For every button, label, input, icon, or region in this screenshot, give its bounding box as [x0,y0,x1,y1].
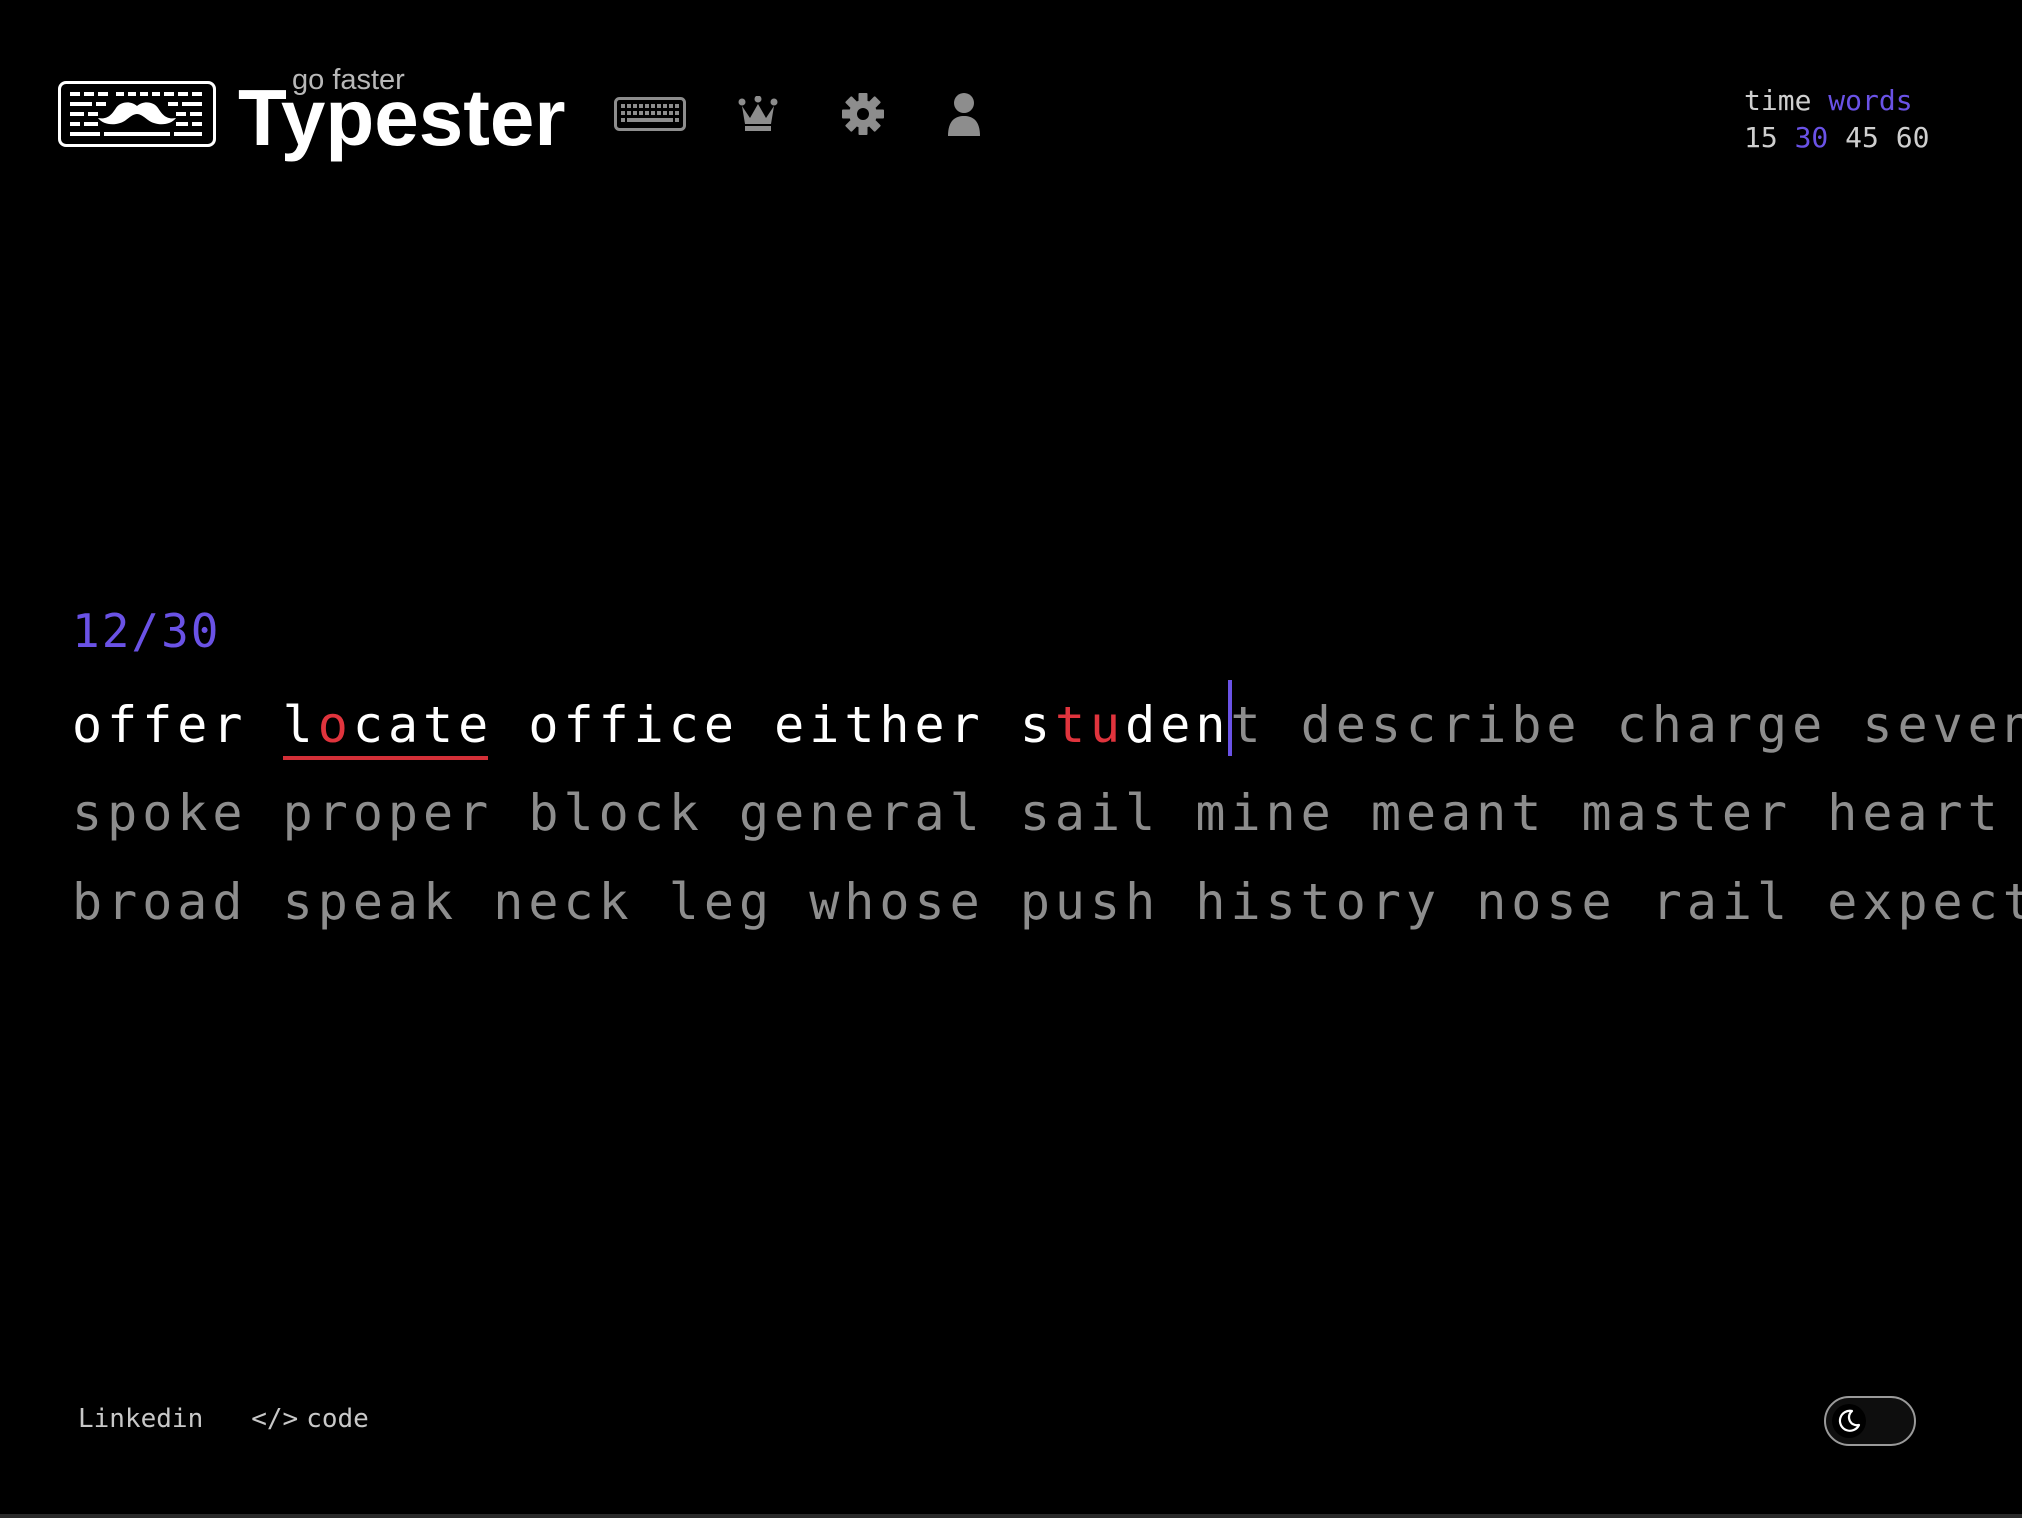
word: nose [1476,858,1616,947]
word: neck [493,858,633,947]
word: leg [669,858,774,947]
app-title: Typester [238,73,566,162]
settings-button[interactable] [842,93,884,135]
char-pending: meant [1370,784,1547,842]
mode-selector: time words 15 30 45 60 [1744,82,1929,156]
word: block [528,769,704,858]
theme-knob [1832,1404,1866,1438]
char-pending: leg [668,873,775,931]
word: speak [283,858,459,947]
linkedin-label: Linkedin [78,1404,204,1434]
word: general [739,769,985,858]
char-pending: seven [1862,696,2022,754]
logo[interactable] [58,81,216,147]
char-pending: describe [1300,696,1582,754]
amount-60[interactable]: 60 [1896,121,1930,154]
word-progress-counter: 12/30 [72,604,221,658]
amount-15[interactable]: 15 [1744,121,1778,154]
header: go faster Typester [58,64,982,164]
word: charge [1617,681,1828,770]
char-pending: sail [1019,784,1161,842]
leaderboard-button[interactable] [738,96,778,132]
char-pending: nose [1476,873,1617,931]
word: whose [809,858,985,947]
char-pending: mine [1195,784,1336,842]
char-pending: speak [282,873,459,931]
mode-type-row: time words [1744,82,1916,119]
word: spoke [72,769,248,858]
char-pending: history [1195,873,1442,931]
word-line: spoke proper block general sail mine mea… [72,769,1998,858]
word: heart [1827,769,2003,858]
word: either [774,681,985,770]
word: offer [72,681,248,770]
char-pending: block [528,784,704,842]
theme-toggle[interactable] [1824,1396,1916,1446]
char-pending: neck [493,873,634,931]
word: expect [1827,858,2022,947]
char-pending: general [738,784,985,842]
linkedin-link[interactable]: Linkedin [78,1404,203,1434]
word: student [1020,680,1266,770]
char-typed: offer [72,696,248,754]
char-pending: master [1581,784,1793,842]
word: describe [1301,681,1582,770]
char-pending: rail [1651,873,1793,931]
user-icon [948,93,980,136]
word: history [1195,858,1441,947]
char-typed: s [1019,696,1055,754]
char-pending: charge [1616,696,1828,754]
char-pending: proper [282,784,494,842]
char-pending: t [1230,696,1266,754]
char-typed: l [282,696,318,754]
word-mistyped: locate [282,681,494,770]
char-pending: push [1019,873,1161,931]
char-pending: whose [809,873,985,931]
char-typed: den [1125,696,1231,754]
moon-icon [1838,1409,1861,1432]
code-label: code [306,1404,369,1434]
word-line: offer locate office either student descr… [72,680,2022,770]
word: sail [1020,769,1160,858]
code-icon: </> [251,1404,299,1434]
word: mine [1195,769,1335,858]
amount-45[interactable]: 45 [1845,121,1879,154]
word: master [1582,769,1793,858]
nav-icons [614,92,982,136]
bottom-divider [0,1514,2022,1518]
brand[interactable]: go faster Typester [238,64,566,164]
char-error: tu [1054,696,1126,754]
word: rail [1652,858,1792,947]
word: broad [72,858,248,947]
char-pending: expect [1827,873,2022,931]
char-pending: spoke [72,784,248,842]
char-typed: office [528,696,739,754]
amount-30[interactable]: 30 [1795,121,1829,154]
word: seven [1862,681,2022,770]
gear-icon [842,93,884,135]
char-typed: either [774,696,985,754]
char-pending: heart [1827,784,2003,842]
word: office [528,681,739,770]
mode-words[interactable]: words [1828,84,1912,117]
account-button[interactable] [946,92,982,136]
word-line: broad speak neck leg whose push history … [72,858,2022,947]
mode-amount-row: 15 30 45 60 [1744,119,1929,156]
code-link[interactable]: </> code [251,1404,369,1434]
footer: Linkedin </> code [78,1404,369,1434]
keyboard-icon [614,97,686,131]
keyboard-button[interactable] [614,97,686,131]
char-pending: broad [72,873,248,931]
word: proper [283,769,494,858]
char-error: o [317,696,353,754]
mustache-keyboard-logo-icon [70,92,202,136]
crown-icon [738,96,778,131]
char-typed: cate [352,696,494,754]
mode-time[interactable]: time [1744,84,1811,117]
word: meant [1371,769,1547,858]
typing-words-area[interactable]: offer locate office either student descr… [72,680,2022,947]
word: push [1020,858,1160,947]
